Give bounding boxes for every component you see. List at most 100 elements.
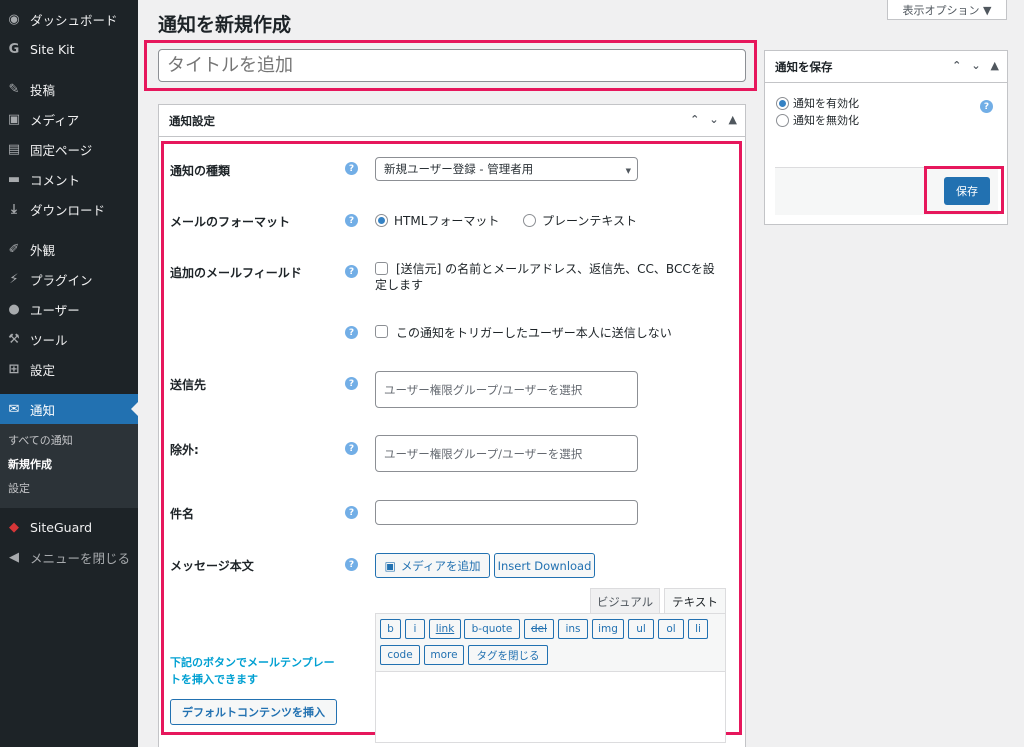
submenu-settings[interactable]: 設定 [0, 476, 138, 500]
sidebar-item-label: ダウンロード [30, 202, 106, 218]
qt-italic-button[interactable]: i [405, 619, 425, 639]
extra-fields-checkbox[interactable] [375, 262, 388, 275]
extra-fields-label: 追加のメールフィールド [170, 266, 302, 280]
format-plain-option[interactable]: プレーンテキスト [523, 212, 637, 229]
comment-icon: ▬ [7, 171, 21, 187]
help-icon[interactable]: ? [345, 326, 358, 339]
sidebar-item-comments[interactable]: ▬ コメント [0, 164, 138, 194]
sidebar-item-siteguard[interactable]: ◆ SiteGuard [0, 512, 138, 542]
sidebar-item-tools[interactable]: ⚒ ツール [0, 324, 138, 354]
qt-link-button[interactable]: link [429, 619, 461, 639]
insert-default-content-button[interactable]: デフォルトコンテンツを挿入 [170, 699, 337, 725]
tools-icon: ⚒ [8, 331, 20, 347]
recipients-input[interactable]: ユーザー権限グループ/ユーザーを選択 [375, 371, 638, 408]
qt-ins-button[interactable]: ins [558, 619, 588, 639]
toggle-panel-icon[interactable]: ▲ [729, 113, 737, 126]
toggle-panel-icon[interactable]: ▲ [991, 59, 999, 72]
disable-option[interactable]: 通知を無効化 [776, 112, 859, 128]
sidebar-item-label: ダッシュボード [30, 12, 118, 28]
sidebar-item-posts[interactable]: ✎ 投稿 [0, 74, 138, 104]
qt-bold-button[interactable]: b [380, 619, 401, 639]
template-hint-line: トを挿入できます [170, 673, 258, 686]
sidebar-item-label: 固定ページ [30, 142, 93, 158]
sidebar-item-plugins[interactable]: ⚡ プラグイン [0, 264, 138, 294]
notifications-submenu: すべての通知 新規作成 設定 [0, 424, 138, 508]
save-button[interactable]: 保存 [944, 177, 990, 205]
save-box-title: 通知を保存 [775, 59, 833, 74]
sidebar-item-users[interactable]: ● ユーザー [0, 294, 138, 324]
sidebar-item-label: ツール [30, 332, 68, 348]
help-icon[interactable]: ? [345, 214, 358, 227]
sidebar-item-label: プラグイン [30, 272, 93, 288]
help-icon[interactable]: ? [345, 265, 358, 278]
format-html-option[interactable]: HTMLフォーマット [375, 212, 499, 229]
move-down-icon[interactable]: ⌄ [971, 59, 980, 72]
qt-code-button[interactable]: code [380, 645, 420, 665]
dashboard-icon: ◉ [8, 11, 20, 27]
sidebar-item-label: メディア [30, 112, 80, 128]
mail-icon: ✉ [8, 401, 20, 417]
sidebar-item-notifications[interactable]: ✉ 通知 [0, 394, 138, 424]
help-icon[interactable]: ? [980, 100, 993, 113]
media-icon: ▣ [7, 111, 21, 127]
sidebar-item-sitekit[interactable]: G Site Kit [0, 34, 138, 64]
box-controls: ⌃ ⌄ ▲ [952, 59, 999, 72]
add-media-button[interactable]: ▣ メディアを追加 [375, 553, 490, 578]
box-controls: ⌃ ⌄ ▲ [690, 113, 737, 126]
appearance-icon: ✐ [8, 241, 20, 257]
sidebar-item-pages[interactable]: ▤ 固定ページ [0, 134, 138, 164]
settings-box-title: 通知設定 [169, 113, 215, 128]
qt-del-button[interactable]: del [524, 619, 554, 639]
settings-icon: ⊞ [8, 361, 20, 377]
download-icon: ⤓ [11, 201, 17, 217]
help-icon[interactable]: ? [345, 162, 358, 175]
qt-bquote-button[interactable]: b-quote [464, 619, 520, 639]
insert-download-button[interactable]: Insert Download [494, 553, 595, 578]
enable-option[interactable]: 通知を有効化 [776, 95, 859, 111]
sidebar-item-collapse[interactable]: ◀ メニューを閉じる [0, 542, 138, 572]
radio-enable[interactable] [776, 96, 789, 110]
qt-close-tags-button[interactable]: タグを閉じる [468, 645, 548, 665]
extra-fields-text-line: [送信元] の名前とメールアドレス、返信先、CC、BCCを設 [396, 262, 715, 276]
help-icon[interactable]: ? [345, 506, 358, 519]
submenu-add-new[interactable]: 新規作成 [0, 452, 138, 476]
qt-ol-button[interactable]: ol [658, 619, 684, 639]
help-icon[interactable]: ? [345, 377, 358, 390]
type-label: 通知の種類 [170, 164, 231, 178]
settings-box-header: 通知設定 ⌃ ⌄ ▲ [159, 105, 745, 137]
no-trigger-checkbox[interactable] [375, 325, 388, 338]
exclude-label: 除外: [170, 443, 199, 457]
move-down-icon[interactable]: ⌄ [709, 113, 718, 126]
qt-li-button[interactable]: li [688, 619, 708, 639]
exclude-input[interactable]: ユーザー権限グループ/ユーザーを選択 [375, 435, 638, 472]
move-up-icon[interactable]: ⌃ [690, 113, 699, 126]
help-icon[interactable]: ? [345, 442, 358, 455]
sidebar-item-label: 通知 [30, 402, 56, 418]
notification-type-select[interactable]: 新規ユーザー登録 - 管理者用 ▼ [375, 157, 638, 181]
help-icon[interactable]: ? [345, 558, 358, 571]
radio-plain[interactable] [523, 214, 536, 227]
screen-options-button[interactable]: 表示オプション ▼ [887, 0, 1007, 20]
radio-html[interactable] [375, 214, 388, 227]
sidebar-item-settings[interactable]: ⊞ 設定 [0, 354, 138, 384]
qt-ul-button[interactable]: ul [628, 619, 654, 639]
qt-img-button[interactable]: img [592, 619, 624, 639]
sidebar-item-downloads[interactable]: ⤓ ダウンロード [0, 194, 138, 224]
sidebar-item-appearance[interactable]: ✐ 外観 [0, 234, 138, 264]
save-box-header: 通知を保存 ⌃ ⌄ ▲ [765, 51, 1007, 83]
format-label: メールのフォーマット [170, 215, 291, 229]
qt-more-button[interactable]: more [424, 645, 464, 665]
template-hint-line: 下記のボタンでメールテンプレー [170, 656, 335, 669]
move-up-icon[interactable]: ⌃ [952, 59, 961, 72]
submenu-all-notifications[interactable]: すべての通知 [0, 428, 138, 452]
sidebar-item-label: SiteGuard [30, 519, 93, 535]
tab-visual[interactable]: ビジュアル [590, 588, 660, 614]
sidebar-item-dashboard[interactable]: ◉ ダッシュボード [0, 4, 138, 34]
radio-disable[interactable] [776, 113, 789, 127]
sidebar-item-media[interactable]: ▣ メディア [0, 104, 138, 134]
title-input[interactable] [158, 49, 746, 82]
pin-icon: ✎ [8, 81, 20, 97]
tab-text[interactable]: テキスト [664, 588, 726, 614]
subject-label: 件名 [170, 507, 195, 521]
subject-input[interactable] [375, 500, 638, 525]
